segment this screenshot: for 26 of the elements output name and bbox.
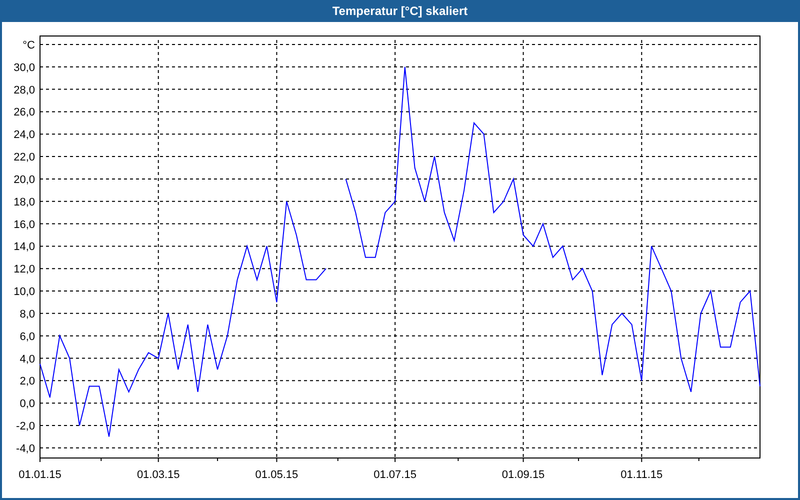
x-tick-label: 01.03.15: [136, 469, 180, 481]
y-tick-label: 20,0: [14, 174, 35, 186]
x-tick-label: 01.09.15: [502, 469, 545, 481]
y-tick-label: -4,0: [16, 442, 35, 455]
y-tick-label: 8,0: [20, 308, 35, 320]
y-tick-label: °C: [22, 39, 35, 52]
y-tick-label: 28,0: [14, 84, 35, 96]
y-tick-label: 10,0: [14, 286, 35, 298]
y-tick-label: 6,0: [20, 330, 35, 343]
y-tick-label: -2,0: [16, 420, 35, 432]
y-tick-label: 16,0: [14, 218, 35, 231]
y-tick-label: 18,0: [14, 196, 35, 208]
x-tick-label: 01.01.15: [18, 469, 62, 481]
window-title: Temperatur [°C] skaliert: [332, 3, 468, 20]
y-tick-label: 4,0: [20, 353, 35, 366]
x-tick-label: 01.11.15: [620, 469, 663, 481]
y-tick-label: 12,0: [14, 264, 35, 276]
y-tick-label: 26,0: [14, 106, 35, 119]
x-tick-label: 01.07.15: [374, 469, 416, 481]
y-tick-label: 24,0: [14, 129, 35, 142]
y-tick-label: 22,0: [14, 152, 35, 164]
y-tick-label: 30,0: [14, 62, 35, 74]
x-tick-label: 01.05.15: [255, 469, 298, 481]
y-tick-label: 2,0: [20, 376, 35, 388]
y-tick-label: 14,0: [14, 241, 35, 254]
y-tick-label: 0,0: [20, 398, 35, 410]
